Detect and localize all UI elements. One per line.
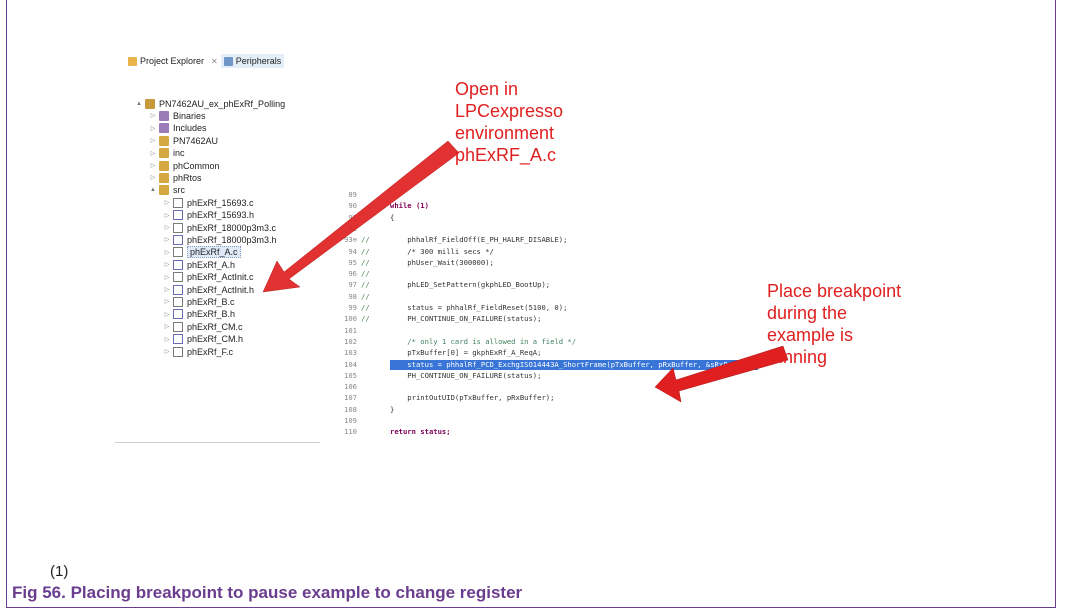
footnote: (1) <box>50 563 69 580</box>
annotation-line: running <box>767 347 828 367</box>
annotation-line: during the <box>767 303 848 323</box>
annotation-line: environment <box>455 123 555 143</box>
arrow-to-file <box>262 140 460 293</box>
annotation-line: Place breakpoint <box>767 281 902 301</box>
figure-caption: Fig 56. Placing breakpoint to pause exam… <box>12 583 523 602</box>
annotation-line: LPCexpresso <box>455 101 564 121</box>
open-file-annotation: Open in LPCexpresso environment phExRF_A… <box>455 78 563 166</box>
breakpoint-annotation: Place breakpoint during the example is r… <box>767 280 901 368</box>
annotation-line: example is <box>767 325 854 345</box>
annotation-line: Open in <box>455 79 519 99</box>
annotation-line: phExRF_A.c <box>455 145 557 165</box>
ide-screenshot: Project Explorer ✕ Peripherals ▲ PN7462AU… <box>115 50 945 450</box>
